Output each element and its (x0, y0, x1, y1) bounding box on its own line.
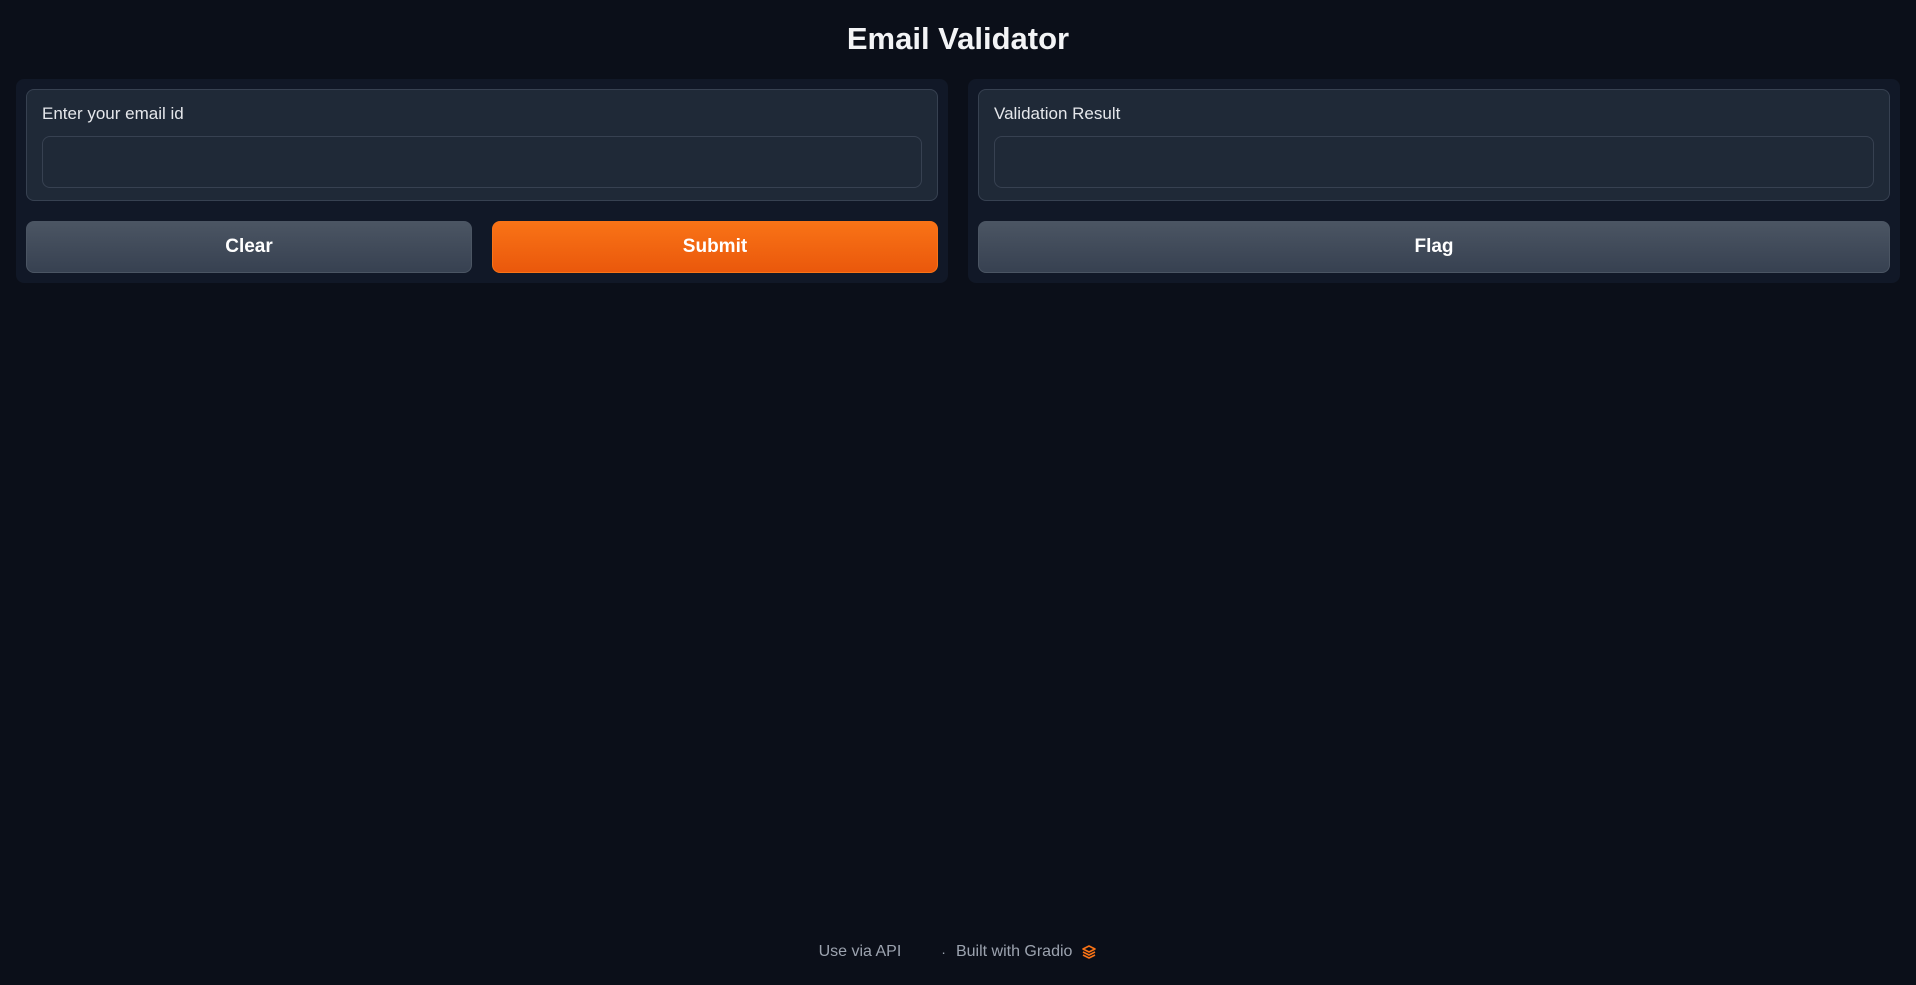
email-input-block: Enter your email id (26, 89, 938, 201)
use-via-api-link[interactable]: Use via API (819, 943, 902, 961)
input-button-row: Clear Submit (26, 221, 938, 273)
output-panel: Validation Result Flag (968, 79, 1900, 283)
app-page: Email Validator Enter your email id Clea… (0, 0, 1916, 985)
input-panel: Enter your email id Clear Submit (16, 79, 948, 283)
footer: Use via API · Built with Gradio (0, 943, 1916, 961)
built-with-gradio-link[interactable]: Built with Gradio (956, 943, 1073, 961)
validation-result-label: Validation Result (994, 104, 1121, 123)
clear-button[interactable]: Clear (26, 221, 472, 273)
main-row: Enter your email id Clear Submit Validat… (16, 79, 1900, 283)
validation-result-field[interactable] (994, 136, 1874, 188)
email-input-label: Enter your email id (42, 104, 184, 123)
footer-separator: · (941, 944, 946, 960)
flag-button[interactable]: Flag (978, 221, 1890, 273)
validation-result-block: Validation Result (978, 89, 1890, 201)
gradio-logo-icon (1081, 944, 1097, 960)
email-input[interactable] (42, 136, 922, 188)
output-button-row: Flag (978, 221, 1890, 273)
submit-button[interactable]: Submit (492, 221, 938, 273)
page-title: Email Validator (846, 21, 1070, 56)
